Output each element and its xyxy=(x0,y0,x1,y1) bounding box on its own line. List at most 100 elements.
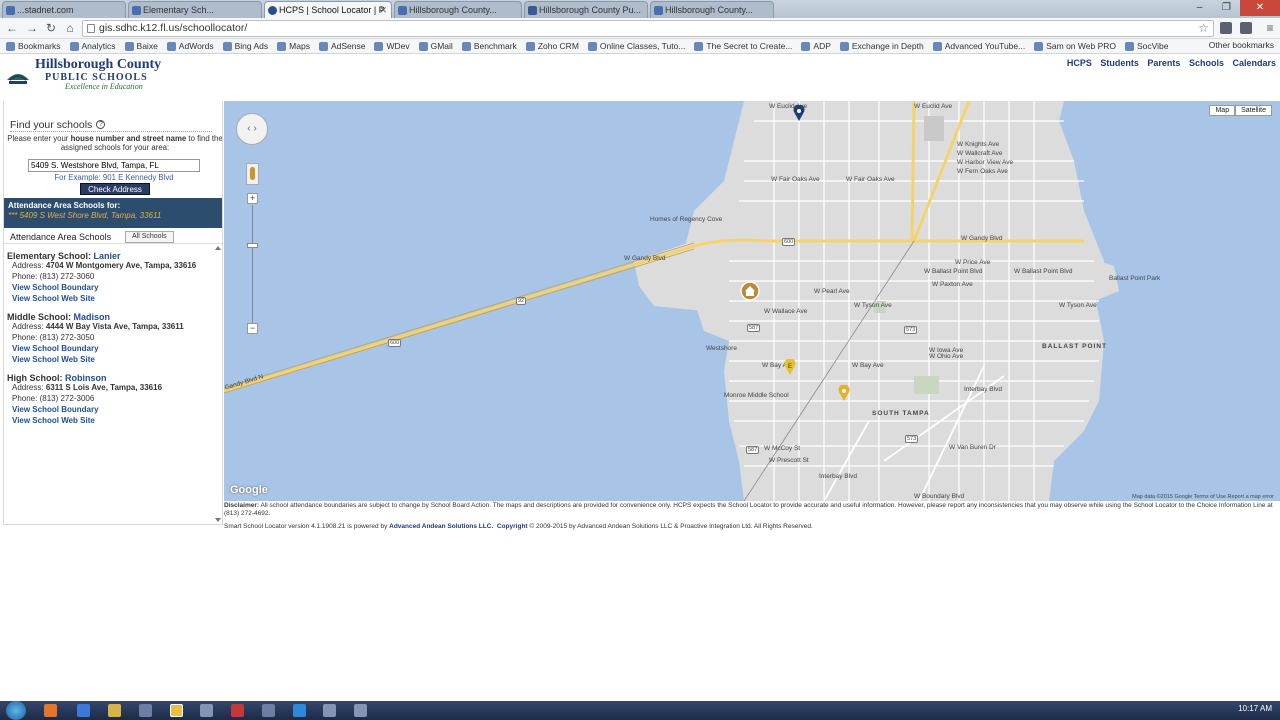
route-shield: 573 xyxy=(904,326,918,334)
bookmark-item[interactable]: Exchange in Depth xyxy=(839,41,924,51)
help-icon[interactable]: ? xyxy=(96,120,106,129)
browser-tab[interactable]: Hillsborough County Pu... xyxy=(524,1,648,18)
school-name-link[interactable]: Madison xyxy=(74,312,111,322)
bookmark-item[interactable]: AdWords xyxy=(166,41,214,51)
school-heading: Middle School: Madison xyxy=(7,312,213,322)
bookmark-item[interactable]: Online Classes, Tuto... xyxy=(587,41,685,51)
view-website-link[interactable]: View School Web Site xyxy=(7,354,213,365)
ie-icon[interactable] xyxy=(77,704,90,717)
map-credits[interactable]: Map data ©2015 Google Terms of Use Repor… xyxy=(1132,494,1274,500)
view-boundary-link[interactable]: View School Boundary xyxy=(7,282,213,293)
bookmark-favicon-icon xyxy=(222,41,232,51)
browser-tab[interactable]: Hillsborough County... xyxy=(394,1,522,18)
bookmark-item[interactable]: Analytics xyxy=(69,41,116,51)
forward-icon[interactable]: → xyxy=(24,21,40,36)
app-icon[interactable] xyxy=(231,704,244,717)
bookmark-item[interactable]: Baixe xyxy=(124,41,158,51)
powered-company-link[interactable]: Advanced Andean Solutions LLC. xyxy=(389,523,493,530)
tab-close-icon[interactable]: ✕ xyxy=(379,5,387,16)
bookmark-item[interactable]: GMail xyxy=(418,41,453,51)
zoom-slider-knob[interactable] xyxy=(247,243,258,248)
bookmark-item[interactable]: Bing Ads xyxy=(222,41,268,51)
chrome-icon[interactable] xyxy=(170,704,183,717)
zoom-in-button[interactable]: + xyxy=(247,193,258,204)
firefox-icon[interactable] xyxy=(44,704,57,717)
bookmark-item[interactable]: Zoho CRM xyxy=(525,41,579,51)
school-name-link[interactable]: Robinson xyxy=(65,373,107,383)
find-schools-heading: Find your schools? xyxy=(10,119,106,131)
nav-hcps[interactable]: HCPS xyxy=(1067,58,1092,68)
star-icon[interactable]: ☆ xyxy=(1198,21,1209,36)
pan-control[interactable]: ‹ › xyxy=(236,113,268,145)
nav-students[interactable]: Students xyxy=(1100,58,1139,68)
view-website-link[interactable]: View School Web Site xyxy=(7,293,213,304)
app-icon[interactable] xyxy=(262,704,275,717)
explorer-icon[interactable] xyxy=(108,704,121,717)
map-type-map-button[interactable]: Map xyxy=(1209,105,1236,116)
windows-taskbar: 10:17 AM xyxy=(0,701,1280,720)
menu-icon[interactable]: ≡ xyxy=(1262,21,1278,36)
app-icon[interactable] xyxy=(139,704,152,717)
browser-tab[interactable]: Elementary Sch... xyxy=(128,1,262,18)
school-level: Middle School: xyxy=(7,312,71,322)
tab-label: ...stadnet.com xyxy=(17,5,74,15)
view-boundary-link[interactable]: View School Boundary xyxy=(7,404,213,415)
map-canvas[interactable] xyxy=(224,101,1280,501)
school-marker-icon[interactable] xyxy=(793,105,805,121)
bookmark-item[interactable]: AdSense xyxy=(318,41,365,51)
bookmark-item[interactable]: Sam on Web PRO xyxy=(1034,41,1116,51)
nav-calendars[interactable]: Calendars xyxy=(1232,58,1276,68)
map-type-satellite-button[interactable]: Satellite xyxy=(1235,105,1272,116)
app-icon[interactable] xyxy=(323,704,336,717)
school-map[interactable]: W Euclid Ave W Euclid Ave W Fair Oaks Ave W… xyxy=(224,101,1280,501)
bookmark-item[interactable]: Benchmark xyxy=(461,41,517,51)
bookmark-favicon-icon xyxy=(839,41,849,51)
maximize-icon[interactable]: ❐ xyxy=(1213,0,1240,16)
address-input[interactable] xyxy=(28,159,200,172)
bookmark-label: Exchange in Depth xyxy=(851,41,924,51)
nav-schools[interactable]: Schools xyxy=(1189,58,1224,68)
banner-title: Attendance Area Schools for: xyxy=(8,201,121,210)
tab-attendance-area[interactable]: Attendance Area Schools xyxy=(10,232,111,242)
school-marker-icon[interactable] xyxy=(838,385,850,401)
panel-scrollbar[interactable] xyxy=(214,244,222,524)
browser-tab[interactable]: ...stadnet.com xyxy=(2,1,126,18)
school-address: Address: 4704 W Montgomery Ave, Tampa, 3… xyxy=(7,261,213,272)
street-view-pegman-icon[interactable] xyxy=(246,163,259,185)
reload-icon[interactable]: ↻ xyxy=(43,21,59,36)
home-icon[interactable]: ⌂ xyxy=(62,21,78,36)
zoom-out-button[interactable]: − xyxy=(247,323,258,334)
skype-icon[interactable] xyxy=(293,704,306,717)
bookmark-label: Advanced YouTube... xyxy=(944,41,1026,51)
extension-icon[interactable] xyxy=(1220,22,1232,34)
bookmark-item[interactable]: WDev xyxy=(374,41,410,51)
bookmark-item[interactable]: Advanced YouTube... xyxy=(932,41,1026,51)
browser-tab[interactable]: Hillsborough County... xyxy=(650,1,774,18)
nav-parents[interactable]: Parents xyxy=(1147,58,1180,68)
school-name-link[interactable]: Lanier xyxy=(94,251,121,261)
bookmark-item[interactable]: Maps xyxy=(277,41,310,51)
app-icon[interactable] xyxy=(354,704,367,717)
bookmark-item[interactable]: ADP xyxy=(801,41,831,51)
clock[interactable]: 10:17 AM xyxy=(1238,704,1272,713)
browser-tab-active[interactable]: HCPS | School Locator | P ✕ xyxy=(264,1,392,18)
extension-icon[interactable] xyxy=(1240,22,1252,34)
bookmark-item[interactable]: Bookmarks xyxy=(6,41,61,51)
school-marker-icon[interactable]: E xyxy=(784,359,796,375)
bookmark-item[interactable]: The Secret to Create... xyxy=(694,41,792,51)
app-icon[interactable] xyxy=(200,704,213,717)
check-address-button[interactable]: Check Address xyxy=(80,183,150,195)
address-bar[interactable]: gis.sdhc.k12.fl.us/schoollocator/ ☆ xyxy=(82,20,1214,37)
window-close-icon[interactable]: ✕ xyxy=(1240,0,1280,16)
zoom-track[interactable] xyxy=(252,205,253,323)
start-button[interactable] xyxy=(6,701,26,720)
minimize-icon[interactable]: – xyxy=(1186,0,1213,16)
tab-all-schools[interactable]: All Schools xyxy=(125,231,174,243)
view-boundary-link[interactable]: View School Boundary xyxy=(7,343,213,354)
view-website-link[interactable]: View School Web Site xyxy=(7,415,213,426)
other-bookmarks[interactable]: Other bookmarks xyxy=(1209,40,1274,50)
home-marker-icon[interactable] xyxy=(740,281,760,301)
district-logo[interactable]: Hillsborough County PUBLIC SCHOOLS Excel… xyxy=(5,57,175,93)
back-icon[interactable]: ← xyxy=(4,21,20,36)
bookmark-item[interactable]: SocVibe xyxy=(1125,41,1169,51)
